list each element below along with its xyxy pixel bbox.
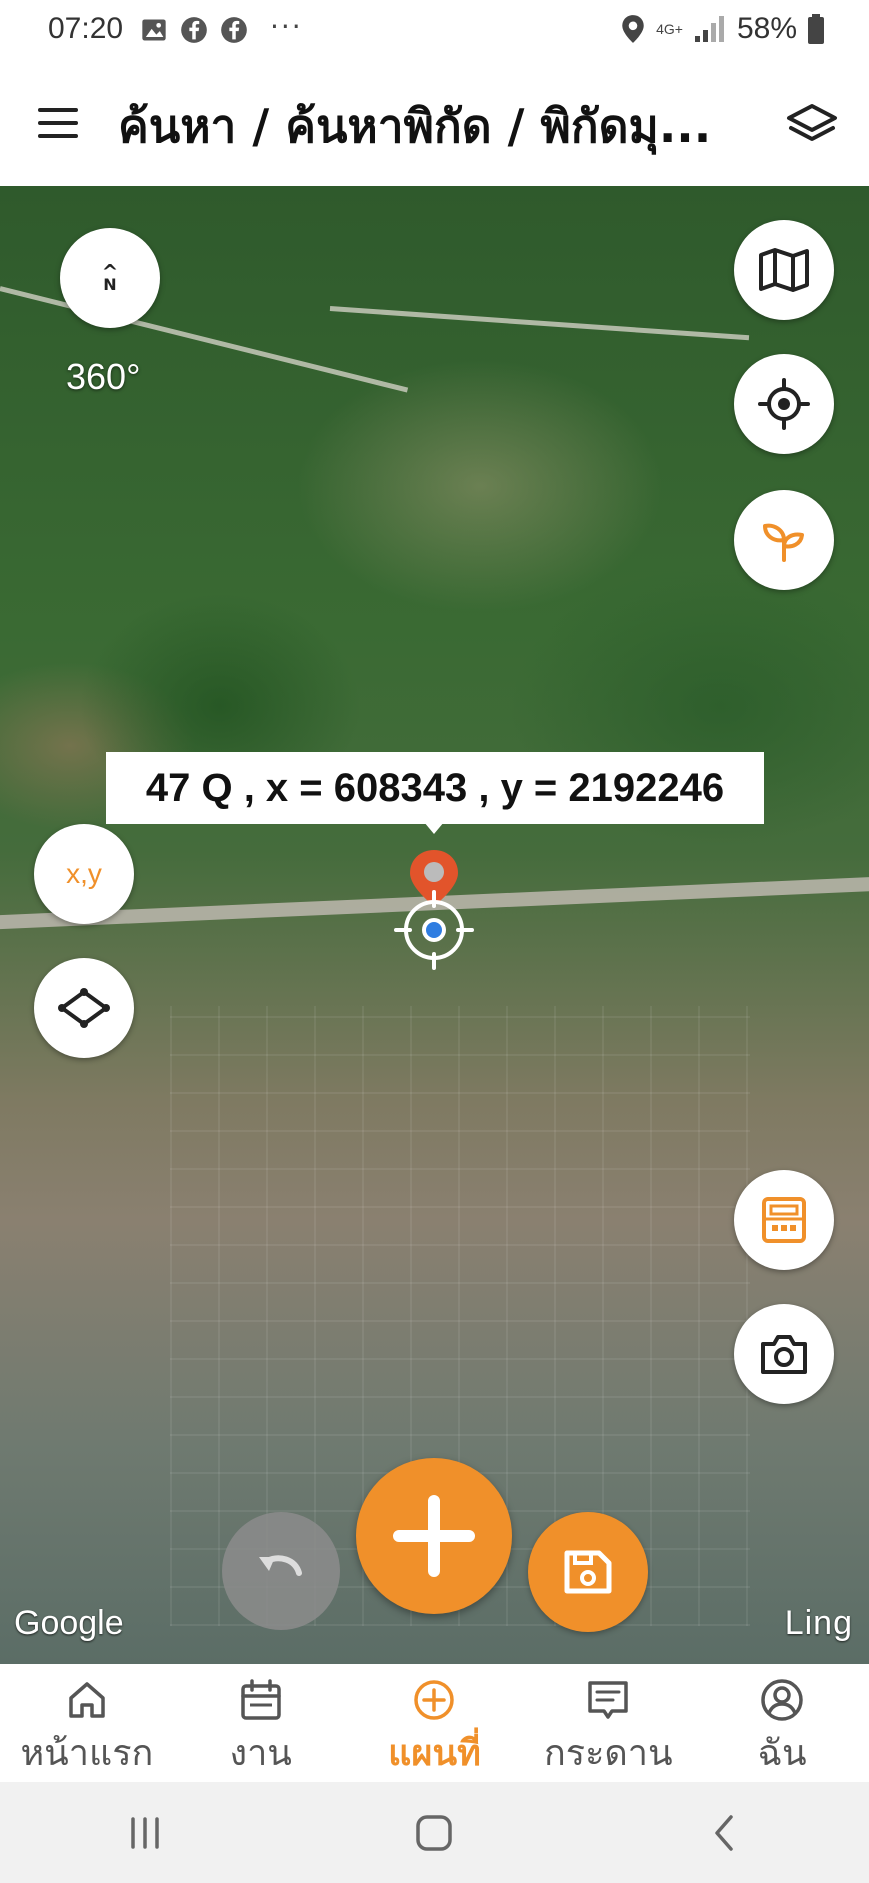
network-type: 4G+ xyxy=(656,21,683,37)
map-icon xyxy=(759,248,809,292)
bottom-navigation: หน้าแรก งาน แผนที่ กระดาน ฉัน xyxy=(0,1664,869,1782)
polygon-tool-button[interactable] xyxy=(34,958,134,1058)
save-button[interactable] xyxy=(528,1512,648,1632)
plus-circle-icon xyxy=(414,1680,455,1720)
polygon-icon xyxy=(58,988,110,1028)
compass-button[interactable]: ^ N xyxy=(60,228,160,328)
facebook-icon xyxy=(221,17,247,43)
nav-tasks[interactable]: งาน xyxy=(174,1664,348,1782)
nav-board-label: กระดาน xyxy=(543,1733,673,1774)
gallery-icon xyxy=(142,19,166,41)
app-header: ค้นหา / ค้นหาพิกัด / พิกัดมุ... xyxy=(0,66,869,186)
home-system-button[interactable] xyxy=(404,1803,464,1863)
signal-icon xyxy=(694,16,724,42)
my-location-button[interactable] xyxy=(734,354,834,454)
calculator-button[interactable] xyxy=(734,1170,834,1270)
target-icon xyxy=(758,378,810,430)
board-icon xyxy=(588,1681,629,1719)
satellite-map[interactable]: ^ N 360° x,y 47 Q , x = 608343 , y = 219… xyxy=(0,186,869,1664)
location-icon xyxy=(622,15,644,43)
plant-button[interactable] xyxy=(734,490,834,590)
coordinate-label: 47 Q , x = 608343 , y = 2192246 xyxy=(106,752,764,824)
undo-button[interactable] xyxy=(222,1512,340,1630)
base-map-button[interactable] xyxy=(734,220,834,320)
camera-button[interactable] xyxy=(734,1304,834,1404)
facebook-icon xyxy=(181,17,207,43)
nav-home-label: หน้าแรก xyxy=(20,1733,154,1774)
nav-home[interactable]: หน้าแรก xyxy=(0,1664,174,1782)
menu-icon[interactable] xyxy=(38,108,78,140)
xy-coordinate-button[interactable]: x,y xyxy=(34,824,134,924)
plus-icon xyxy=(393,1495,475,1577)
system-status: 4G+ 58% xyxy=(620,12,825,46)
nav-profile[interactable]: ฉัน xyxy=(695,1664,869,1782)
home-square-icon xyxy=(416,1814,453,1851)
back-button[interactable] xyxy=(694,1803,754,1863)
road xyxy=(329,306,750,341)
battery-icon xyxy=(808,14,824,44)
status-time: 07:20 xyxy=(48,12,124,45)
road xyxy=(0,286,409,393)
sprout-icon xyxy=(763,523,804,562)
system-navigation-bar xyxy=(0,1782,869,1883)
crosshair-icon xyxy=(394,890,474,970)
layers-icon[interactable] xyxy=(785,102,839,150)
battery-percent: 58% xyxy=(736,12,797,45)
undo-icon xyxy=(259,1555,302,1576)
save-icon xyxy=(564,1550,612,1594)
back-icon xyxy=(715,1814,733,1851)
recent-apps-icon xyxy=(131,1816,159,1849)
page-title: ค้นหา / ค้นหาพิกัด / พิกัดมุ... xyxy=(118,99,712,153)
camera-icon xyxy=(761,1335,807,1374)
add-button[interactable] xyxy=(356,1458,512,1614)
nav-map[interactable]: แผนที่ xyxy=(348,1664,522,1782)
user-icon xyxy=(761,1679,803,1721)
google-logo: Google xyxy=(14,1604,124,1642)
compass-north-label: N xyxy=(103,275,117,294)
notification-icons xyxy=(140,16,248,44)
nav-profile-label: ฉัน xyxy=(757,1733,807,1774)
recent-apps-button[interactable] xyxy=(115,1803,175,1863)
status-bar: 07:20 ··· 4G+ 58% xyxy=(0,0,869,66)
place-label: Ling xyxy=(784,1604,853,1642)
home-icon xyxy=(69,1682,105,1718)
nav-board[interactable]: กระดาน xyxy=(521,1664,695,1782)
rotation-label: 360° xyxy=(66,356,141,397)
calculator-icon xyxy=(762,1197,806,1243)
calendar-icon xyxy=(240,1679,281,1720)
xy-button-label: x,y xyxy=(66,858,102,889)
nav-tasks-label: งาน xyxy=(229,1733,292,1774)
more-notifications: ··· xyxy=(270,10,303,43)
coordinate-label-pointer xyxy=(424,822,444,834)
nav-map-label: แผนที่ xyxy=(388,1733,481,1774)
